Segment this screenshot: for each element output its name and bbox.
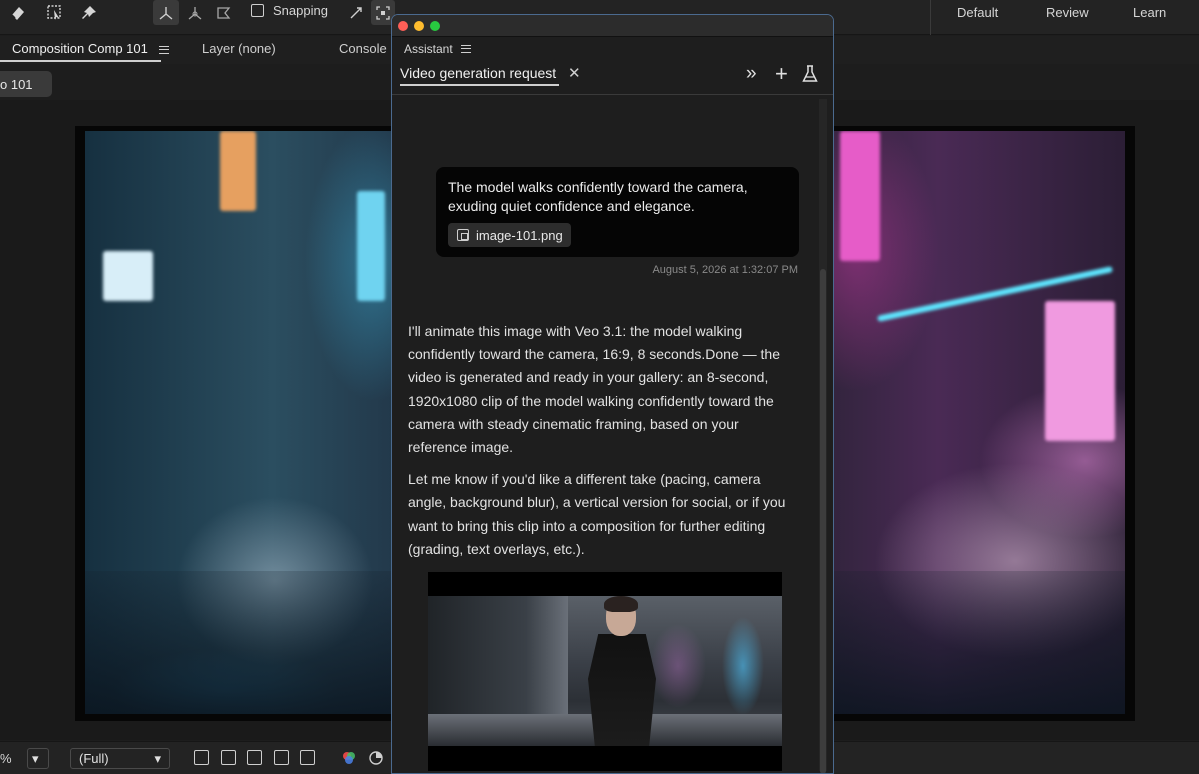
composition-breadcrumb[interactable]: o 101 <box>0 71 52 97</box>
transparency-grid-icon[interactable] <box>221 750 236 765</box>
generated-video-thumbnail[interactable] <box>428 572 782 771</box>
snapping-label: Snapping <box>273 3 328 18</box>
tab-video-generation-request[interactable]: Video generation request <box>400 65 556 81</box>
zoom-window-button[interactable] <box>430 20 440 31</box>
workspace-review[interactable]: Review <box>1022 0 1111 35</box>
roto-brush-icon[interactable] <box>43 0 67 25</box>
workspace-default[interactable]: Default <box>931 0 1022 35</box>
chevron-down-icon: ▾ <box>32 750 39 766</box>
reply-paragraph: Let me know if you'd like a different ta… <box>408 471 786 557</box>
video-model-figure <box>588 634 656 746</box>
active-tab-indicator <box>0 60 161 62</box>
mask-visibility-icon[interactable] <box>247 750 262 765</box>
hamburger-menu-icon[interactable] <box>159 45 170 54</box>
view-axis-icon[interactable] <box>212 0 236 25</box>
image-file-icon <box>457 229 469 241</box>
neon-sign <box>1045 301 1115 441</box>
resolution-value: (Full) <box>79 751 109 766</box>
fast-previews-icon[interactable] <box>194 750 209 765</box>
video-frame-scene <box>428 596 782 746</box>
region-of-interest-icon[interactable] <box>274 750 289 765</box>
flask-icon[interactable] <box>802 65 818 89</box>
tab-layer[interactable]: Layer (none) <box>202 41 276 56</box>
assistant-panel: Assistant Video generation request ✕ » +… <box>391 14 834 774</box>
resolution-dropdown[interactable]: (Full) ▾ <box>70 748 170 769</box>
assistant-reply: I'll animate this image with Veo 3.1: th… <box>408 320 798 561</box>
zoom-percent-label: % <box>0 751 12 766</box>
video-building-wall <box>428 596 568 726</box>
guides-icon[interactable] <box>300 750 315 765</box>
attachment-filename: image-101.png <box>476 227 563 243</box>
message-timestamp: August 5, 2026 at 1:32:07 PM <box>652 264 798 276</box>
reply-paragraph: I'll animate this image with Veo 3.1: th… <box>408 323 780 456</box>
workspace-learn[interactable]: Learn <box>1111 0 1199 35</box>
neon-sign <box>840 131 880 261</box>
world-axis-icon[interactable] <box>183 0 207 25</box>
attachment-chip[interactable]: image-101.png <box>448 223 571 247</box>
snap-edges-icon[interactable] <box>345 0 367 25</box>
user-message-bubble: The model walks confidently toward the c… <box>436 167 799 257</box>
chevron-down-icon: ▾ <box>154 750 161 766</box>
hamburger-menu-icon[interactable] <box>460 45 471 53</box>
scrollbar-thumb[interactable] <box>820 269 826 773</box>
puppet-pin-icon[interactable] <box>77 0 101 25</box>
close-icon[interactable]: ✕ <box>568 64 581 82</box>
add-icon[interactable]: + <box>775 61 788 87</box>
tab-composition-label: Composition Comp 101 <box>12 41 148 56</box>
eraser-tool-icon[interactable] <box>6 0 30 25</box>
zoom-dropdown[interactable]: ▾ <box>27 748 49 769</box>
neon-sign <box>357 191 385 301</box>
tab-composition[interactable]: Composition Comp 101 <box>12 41 170 56</box>
neon-sign <box>220 131 256 211</box>
video-model-hair <box>604 596 638 612</box>
assistant-tab-bar: Video generation request ✕ » + <box>392 61 833 95</box>
assistant-panel-title: Assistant <box>404 42 453 56</box>
snapping-toggle[interactable]: Snapping <box>251 3 328 18</box>
local-axis-icon[interactable] <box>153 0 179 25</box>
close-window-button[interactable] <box>398 20 408 31</box>
neon-sign <box>103 251 153 301</box>
window-title-bar <box>392 15 833 37</box>
color-channels-icon[interactable] <box>342 751 356 765</box>
workspace-switcher: Default Review Learn <box>930 0 1199 35</box>
assistant-panel-header: Assistant <box>392 37 833 61</box>
snapping-checkbox[interactable] <box>251 4 264 17</box>
tab-console[interactable]: Console <box>339 41 387 56</box>
minimize-window-button[interactable] <box>414 20 424 31</box>
active-tab-indicator <box>400 84 559 86</box>
double-chevron-right-icon[interactable]: » <box>746 63 757 85</box>
color-management-icon[interactable] <box>368 750 384 766</box>
user-message-text: The model walks confidently toward the c… <box>448 179 748 214</box>
